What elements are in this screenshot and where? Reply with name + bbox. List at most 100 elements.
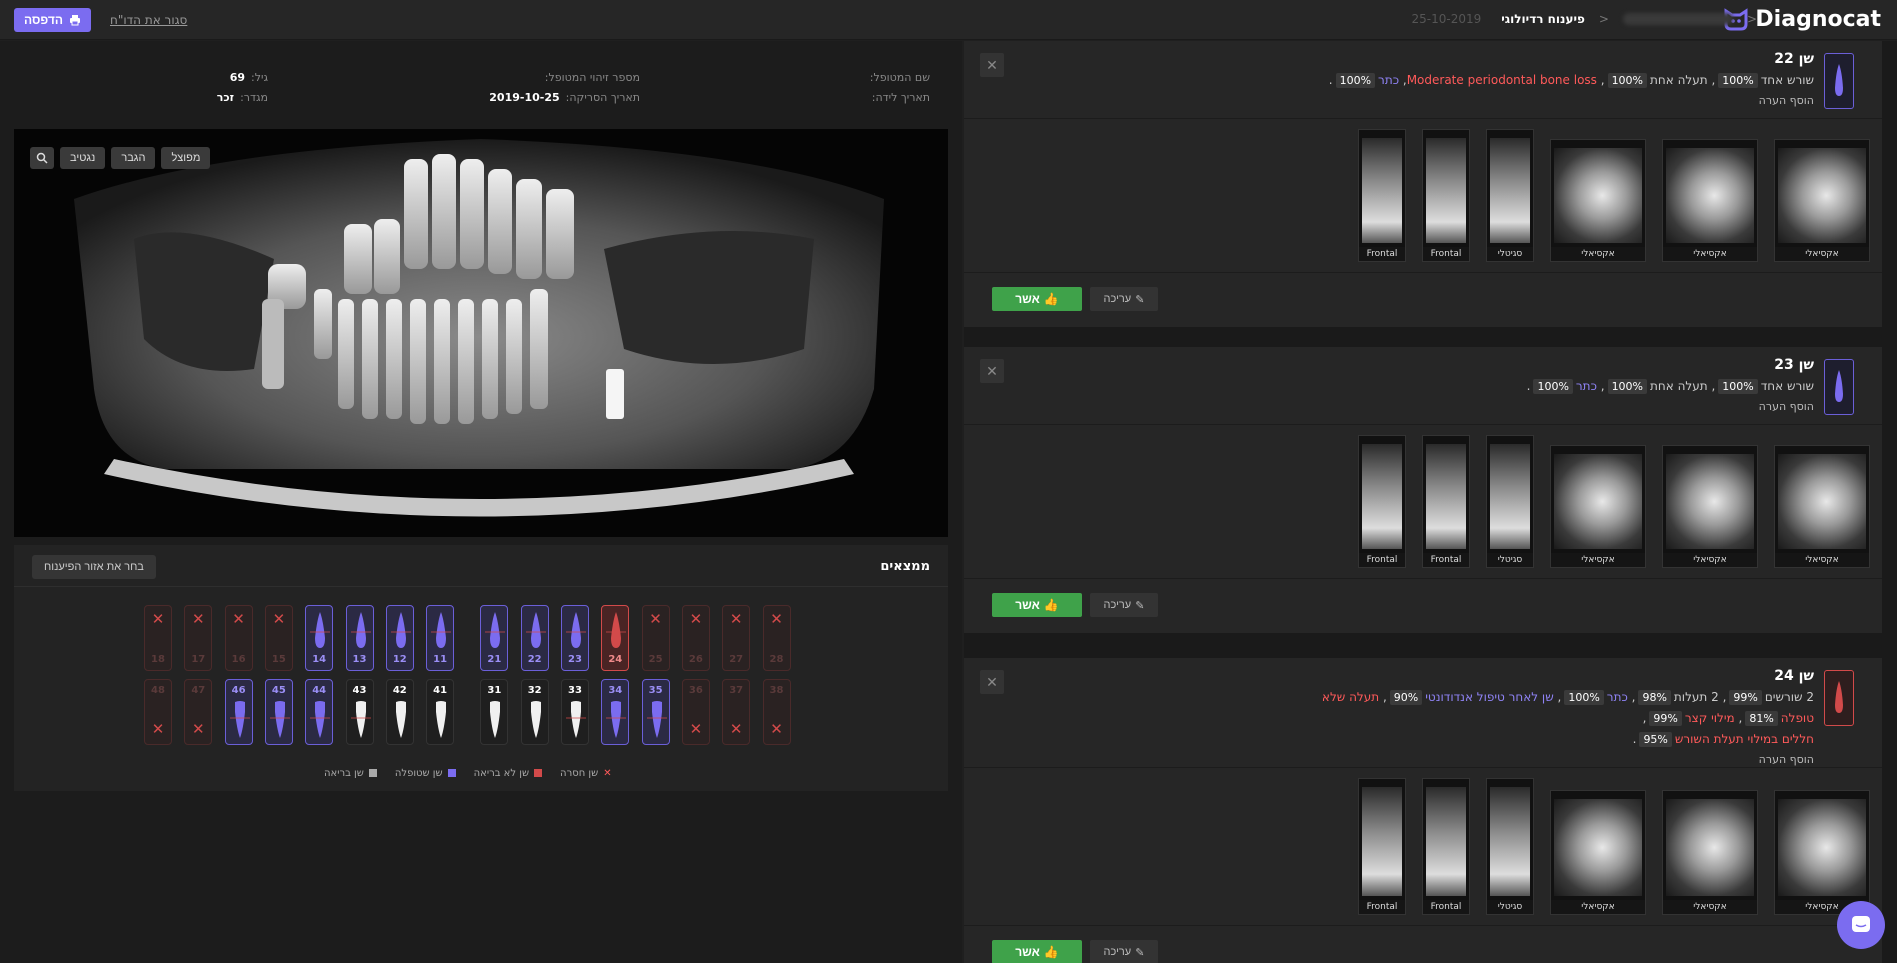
tooth-card-header: שן 24 2 שורשים99%, 2 תעלות98%, כתר100%, ש…: [964, 658, 1882, 768]
approve-button[interactable]: אשר 👍: [992, 287, 1082, 311]
finding-text: ,: [1596, 73, 1605, 87]
tooth-43[interactable]: 43: [345, 679, 374, 745]
tooth-33[interactable]: 33: [561, 679, 589, 745]
tooth-shape-icon: [1835, 370, 1843, 402]
slice-thumbnail-vertical[interactable]: Frontal: [1422, 129, 1470, 262]
zoom-button[interactable]: [30, 147, 54, 169]
slice-caption: אקסיאלי: [1775, 247, 1869, 261]
tooth-16[interactable]: 16 ✕: [224, 605, 253, 671]
close-card-icon[interactable]: ✕: [980, 53, 1004, 77]
tooth-cards-panel[interactable]: שן 24 2 שורשים99%, 2 תעלות98%, כתר100%, ש…: [964, 41, 1897, 963]
tooth-13[interactable]: 13: [345, 605, 374, 671]
tooth-38[interactable]: 38 ✕: [762, 679, 791, 745]
edit-button[interactable]: עריכה ✎: [1090, 287, 1158, 311]
treatment-finding: כתר: [1378, 73, 1400, 87]
add-note-link[interactable]: הוסף הערה: [1254, 750, 1814, 770]
patient-name-label: שם המטופל:: [869, 71, 930, 84]
add-note-link[interactable]: הוסף הערה: [1254, 397, 1814, 417]
tooth-number: 41: [433, 685, 448, 696]
finding-text: 2 שורשים: [1764, 690, 1814, 704]
slice-thumbnail-vertical[interactable]: Frontal: [1358, 435, 1406, 568]
tooth-findings-description: 2 שורשים99%, 2 תעלות98%, כתר100%, שן לאח…: [1254, 687, 1814, 770]
tooth-25[interactable]: 25 ✕: [641, 605, 670, 671]
tooth-28[interactable]: 28 ✕: [762, 605, 791, 671]
tooth-23[interactable]: 23: [561, 605, 589, 671]
slice-thumbnail-axial[interactable]: אקסיאלי: [1774, 139, 1870, 262]
slice-thumbnail-axial[interactable]: אקסיאלי: [1550, 139, 1646, 262]
tooth-32[interactable]: 32: [520, 679, 549, 745]
slice-thumbnail-vertical[interactable]: Frontal: [1422, 778, 1470, 915]
tooth-17[interactable]: 17 ✕: [184, 605, 213, 671]
tooth-number: 24: [608, 654, 623, 665]
finding-text: , 2 תעלות: [1673, 690, 1727, 704]
missing-x-icon: ✕: [272, 610, 286, 628]
tooth-41[interactable]: 41: [426, 679, 455, 745]
tooth-number: 46: [231, 685, 246, 696]
segmented-button[interactable]: מפוצל: [161, 147, 211, 169]
tooth-37[interactable]: 37 ✕: [722, 679, 751, 745]
add-note-link[interactable]: הוסף הערה: [1254, 91, 1814, 111]
panoramic-xray[interactable]: נגטיב הגבר מפוצל: [14, 129, 948, 537]
close-card-icon[interactable]: ✕: [980, 670, 1004, 694]
tooth-34[interactable]: 34: [601, 679, 630, 745]
slice-thumbnail-axial[interactable]: אקסיאלי: [1662, 139, 1758, 262]
confidence-badge: 99%: [1649, 711, 1682, 726]
tooth-26[interactable]: 26 ✕: [681, 605, 710, 671]
select-area-button[interactable]: בחר את אזור הפיענוח: [32, 555, 156, 579]
approve-button[interactable]: אשר 👍: [992, 940, 1082, 963]
pathology-finding: מילוי קצר: [1684, 711, 1735, 725]
edit-button[interactable]: עריכה ✎: [1090, 940, 1158, 963]
tooth-47[interactable]: 47 ✕: [184, 679, 213, 745]
patient-id-label: מספר זיהוי המטופל:: [544, 71, 640, 84]
slice-thumbnail-axial[interactable]: אקסיאלי: [1662, 790, 1758, 915]
slice-thumbnail-axial[interactable]: אקסיאלי: [1550, 790, 1646, 915]
tooth-45[interactable]: 45: [264, 679, 293, 745]
slice-thumbnail-axial[interactable]: אקסיאלי: [1774, 445, 1870, 568]
enlarge-button[interactable]: הגבר: [111, 147, 156, 169]
slice-thumbnail-vertical[interactable]: סגיטלי: [1486, 778, 1534, 915]
tooth-48[interactable]: 48 ✕: [144, 679, 172, 745]
tooth-36[interactable]: 36 ✕: [681, 679, 710, 745]
slice-thumbnail-axial[interactable]: אקסיאלי: [1774, 790, 1870, 915]
approve-button[interactable]: אשר 👍: [992, 593, 1082, 617]
tooth-number: 12: [392, 654, 407, 665]
tooth-27[interactable]: 27 ✕: [722, 605, 751, 671]
close-report-link[interactable]: סגור את הדו"ח: [110, 13, 187, 27]
tooth-42[interactable]: 42: [385, 679, 414, 745]
slice-caption: סגיטלי: [1487, 900, 1533, 914]
missing-x-icon: ✕: [192, 720, 205, 738]
breadcrumb-separator: <: [1598, 12, 1609, 26]
magnifier-icon: [36, 152, 48, 164]
tooth-21[interactable]: 21: [480, 605, 509, 671]
tooth-44[interactable]: 44: [305, 679, 334, 745]
tooth-shape-icon: [436, 701, 447, 738]
slice-thumbnail-vertical[interactable]: Frontal: [1422, 435, 1470, 568]
tooth-14[interactable]: 14: [305, 605, 334, 671]
tooth-35[interactable]: 35: [641, 679, 670, 745]
slice-thumbnail-vertical[interactable]: סגיטלי: [1486, 435, 1534, 568]
tooth-11[interactable]: 11: [426, 605, 455, 671]
findings-line: 2 שורשים99%, 2 תעלות98%, כתר100%, שן לאח…: [1254, 687, 1814, 729]
slice-thumbnail-vertical[interactable]: סגיטלי: [1486, 129, 1534, 262]
tooth-12[interactable]: 12: [385, 605, 414, 671]
tooth-31[interactable]: 31: [480, 679, 509, 745]
edit-button[interactable]: עריכה ✎: [1090, 593, 1158, 617]
slice-thumbnail-axial[interactable]: אקסיאלי: [1662, 445, 1758, 568]
close-card-icon[interactable]: ✕: [980, 359, 1004, 383]
tooth-15[interactable]: 15 ✕: [264, 605, 293, 671]
confidence-badge: 100%: [1564, 690, 1604, 705]
chat-support-button[interactable]: [1837, 901, 1885, 949]
tooth-24[interactable]: 24: [601, 605, 630, 671]
missing-x-icon: ✕: [192, 610, 205, 628]
breadcrumb-patient-redacted[interactable]: [1622, 13, 1733, 25]
slice-thumbnail-vertical[interactable]: Frontal: [1358, 778, 1406, 915]
tooth-46[interactable]: 46: [224, 679, 253, 745]
legend-missing-icon: ✕: [603, 768, 612, 779]
print-button[interactable]: הדפסה: [14, 8, 91, 32]
negative-button[interactable]: נגטיב: [60, 147, 106, 169]
tooth-18[interactable]: 18 ✕: [144, 605, 172, 671]
tooth-22[interactable]: 22: [520, 605, 549, 671]
slice-thumbnail-axial[interactable]: אקסיאלי: [1550, 445, 1646, 568]
slice-thumbnail-vertical[interactable]: Frontal: [1358, 129, 1406, 262]
tooth-shape-icon: [530, 701, 541, 738]
